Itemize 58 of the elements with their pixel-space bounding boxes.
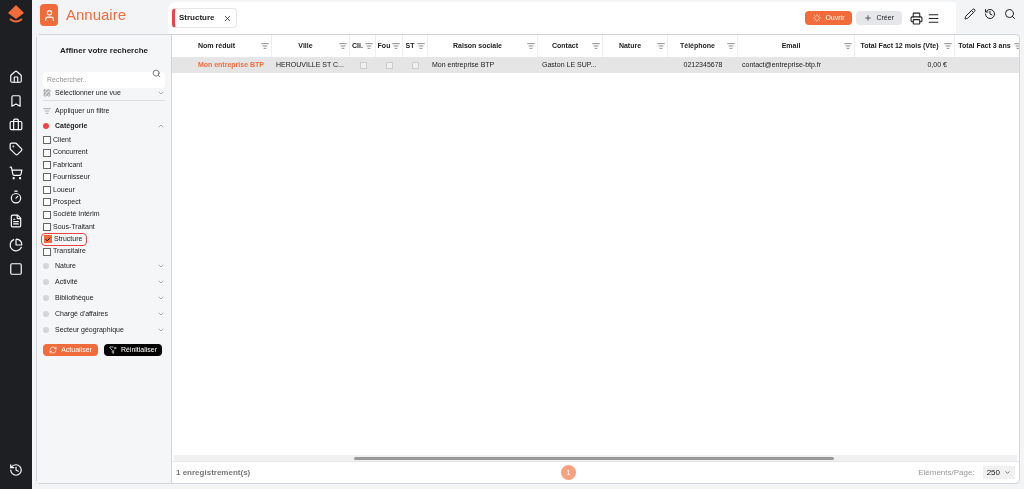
refresh-icon — [49, 345, 58, 354]
app-title: Annuaire — [66, 5, 127, 25]
row-checkbox[interactable] — [359, 62, 367, 69]
edit-icon[interactable] — [964, 8, 976, 20]
chevron-down-icon — [1004, 469, 1011, 476]
filter-icon[interactable] — [417, 42, 425, 50]
checkbox[interactable] — [44, 235, 52, 244]
checkbox[interactable] — [43, 160, 51, 169]
filter-icon[interactable] — [592, 42, 600, 50]
filter-icon[interactable] — [365, 42, 373, 50]
search-icon — [152, 69, 161, 78]
filter-icon[interactable] — [261, 42, 269, 50]
page-size-label: Eléments/Page: — [918, 466, 975, 479]
tag-icon[interactable] — [9, 142, 23, 156]
filter-icon[interactable] — [657, 42, 665, 50]
horizontal-scrollbar[interactable] — [174, 455, 1017, 461]
tab[interactable]: Structure — [172, 8, 237, 28]
filter-icon[interactable] — [844, 42, 852, 50]
checkbox[interactable] — [43, 210, 51, 219]
checkbox[interactable] — [43, 198, 51, 207]
filter-icon[interactable] — [944, 42, 952, 50]
filter-clear-icon — [108, 345, 117, 354]
checkbox[interactable] — [43, 173, 51, 182]
filter-icon[interactable] — [392, 42, 400, 50]
briefcase-icon[interactable] — [9, 118, 23, 132]
pie-chart-icon[interactable] — [9, 238, 23, 252]
bookmark-icon[interactable] — [9, 94, 23, 108]
print-icon[interactable] — [910, 11, 923, 25]
close-icon[interactable] — [222, 13, 232, 23]
history-icon[interactable] — [984, 8, 996, 20]
checkbox[interactable] — [43, 136, 51, 145]
row-checkbox[interactable] — [386, 62, 393, 69]
chevron-up-icon — [157, 122, 165, 130]
checkbox[interactable] — [43, 222, 51, 231]
filter-icon — [43, 107, 51, 115]
filter-icon[interactable] — [527, 42, 535, 50]
menu-icon[interactable] — [927, 11, 940, 25]
square-icon[interactable] — [9, 262, 23, 276]
record-count: 1 enregistrement(s) — [176, 466, 252, 479]
page-size-select[interactable]: 250 — [982, 466, 1015, 479]
timer-icon[interactable] — [9, 190, 23, 204]
checkbox[interactable] — [43, 247, 51, 256]
search-icon[interactable] — [1004, 8, 1016, 20]
checkbox[interactable] — [43, 185, 51, 194]
row-checkbox[interactable] — [412, 62, 419, 69]
spinner-icon — [813, 14, 822, 22]
app-logo-icon — [40, 4, 58, 27]
cart-icon[interactable] — [9, 166, 23, 180]
chevron-down-icon — [157, 89, 165, 97]
logo-icon[interactable] — [6, 4, 26, 24]
filter-icon[interactable] — [339, 42, 347, 50]
filter-icon[interactable] — [727, 42, 735, 50]
plus-icon — [864, 14, 873, 22]
home-icon[interactable] — [9, 70, 23, 84]
document-icon[interactable] — [9, 214, 23, 228]
filter-title: Affiner votre recherche — [59, 45, 149, 57]
grid-icon — [43, 89, 51, 97]
checkbox[interactable] — [43, 148, 51, 157]
